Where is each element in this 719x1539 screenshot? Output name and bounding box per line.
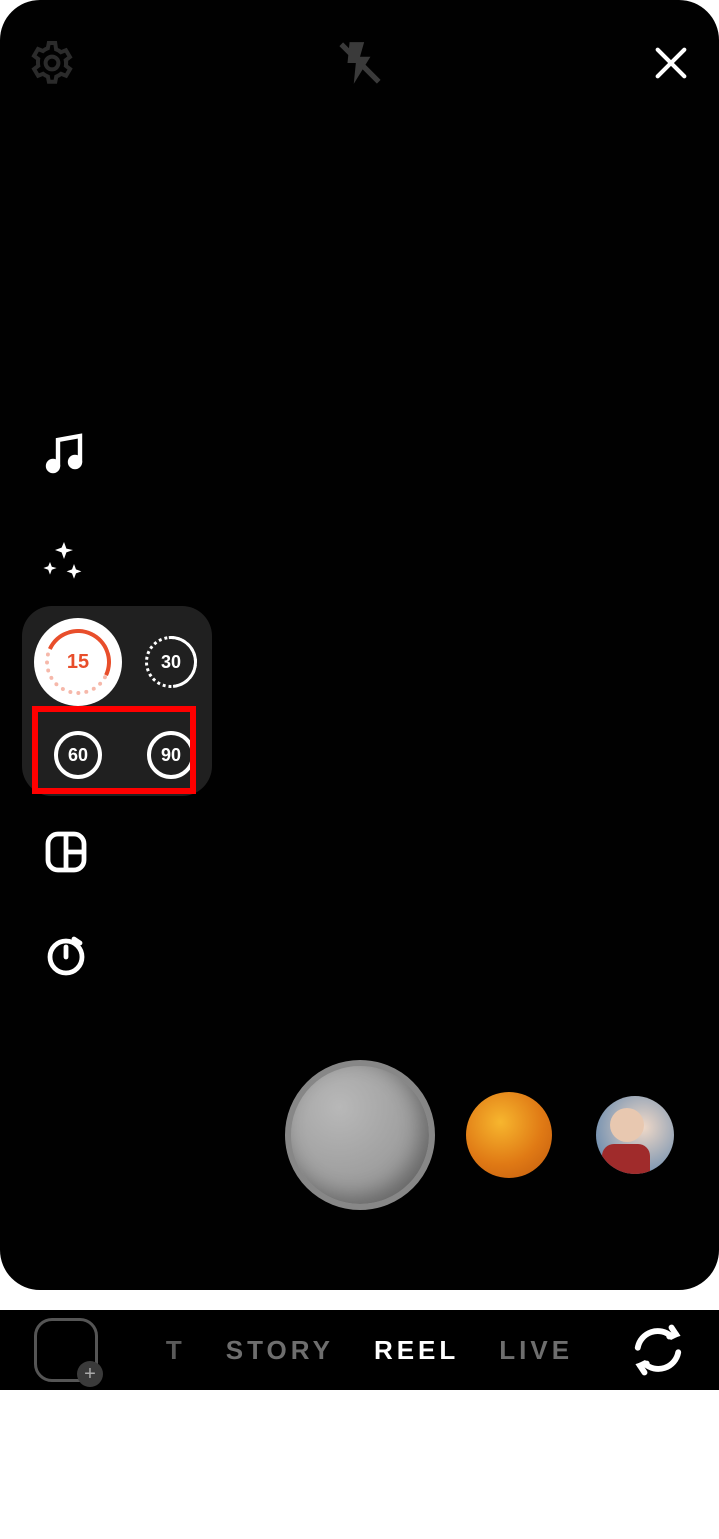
mode-prev-partial[interactable]: T: [166, 1335, 186, 1366]
duration-30-button[interactable]: 30: [132, 623, 210, 701]
duration-15-button[interactable]: 15: [34, 618, 122, 706]
plus-icon: +: [77, 1361, 103, 1387]
gallery-thumbnail[interactable]: [596, 1096, 674, 1174]
duration-60-label: 60: [68, 745, 88, 766]
duration-60-button[interactable]: 60: [39, 716, 117, 794]
duration-panel: 15 30 60 90: [22, 606, 212, 796]
mode-strip: T STORY REEL LIVE: [130, 1335, 609, 1366]
timer-icon[interactable]: [42, 931, 90, 984]
close-icon[interactable]: [651, 43, 691, 88]
left-tools-upper: [40, 430, 88, 591]
effect-thumbnail[interactable]: [466, 1092, 552, 1178]
capture-row: [0, 1060, 719, 1210]
duration-90-button[interactable]: 90: [132, 716, 210, 794]
camera-screen: 15 30 60 90: [0, 0, 719, 1290]
gallery-picker-button[interactable]: +: [34, 1318, 98, 1382]
duration-90-label: 90: [161, 745, 181, 766]
settings-icon[interactable]: [28, 39, 76, 92]
mode-story[interactable]: STORY: [226, 1335, 334, 1366]
mode-reel[interactable]: REEL: [374, 1335, 459, 1366]
flash-off-icon[interactable]: [335, 38, 385, 93]
mode-live[interactable]: LIVE: [499, 1335, 573, 1366]
layout-icon[interactable]: [42, 828, 90, 881]
effects-icon[interactable]: [40, 538, 88, 591]
top-bar: [0, 30, 719, 100]
music-icon[interactable]: [40, 430, 88, 483]
shutter-button[interactable]: [285, 1060, 435, 1210]
bottom-bar: + T STORY REEL LIVE: [0, 1310, 719, 1390]
switch-camera-icon[interactable]: [631, 1323, 685, 1377]
left-tools-lower: [42, 828, 90, 984]
